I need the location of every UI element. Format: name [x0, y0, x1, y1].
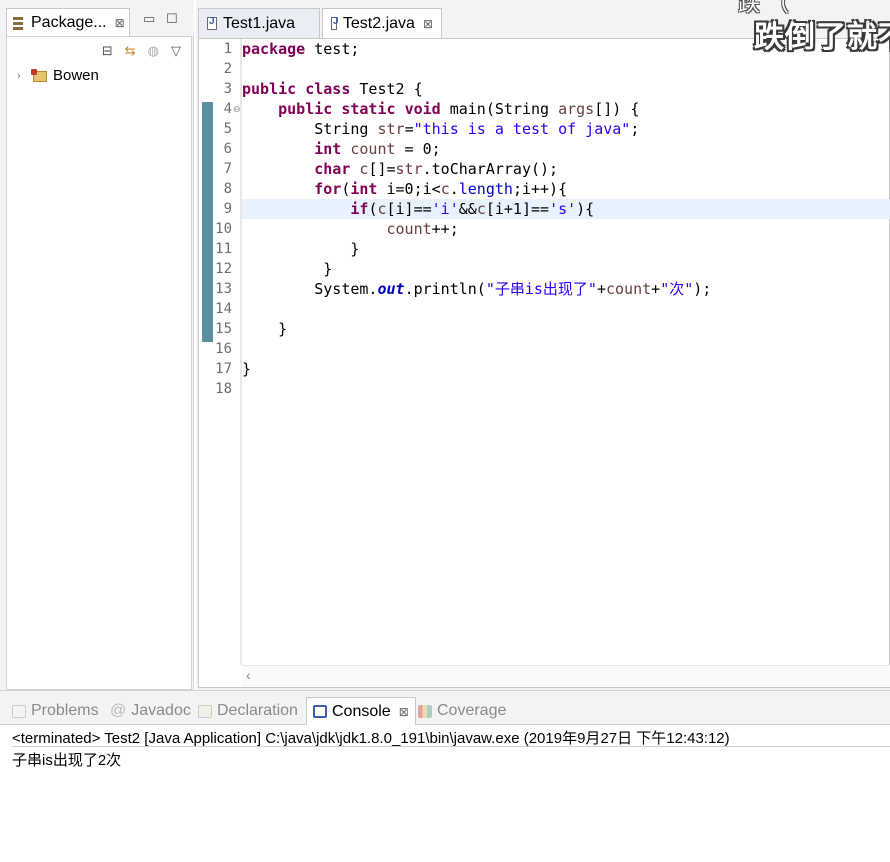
line-number: 18 [215, 381, 232, 397]
line-number: 10 [215, 221, 232, 237]
package-explorer-view: Package... ⊠ ▭ ☐ ⊟ ⇆ ◍ ▽ › Bowen [0, 0, 194, 690]
close-icon[interactable]: ⊠ [115, 16, 125, 30]
package-explorer-icon [13, 16, 25, 30]
declaration-icon [198, 704, 212, 718]
code-line-10: count++; [386, 220, 459, 238]
code-line-8: for(int i=0;i<c.length;i++){ [314, 180, 568, 198]
collapse-all-icon[interactable]: ⊟ [102, 43, 113, 59]
maximize-icon[interactable]: ☐ [166, 11, 178, 27]
code-text[interactable]: package test; public class Test2 { publi… [242, 39, 890, 665]
code-line-5: String str="this is a test of java"; [314, 120, 640, 138]
overlay-caption: 跌倒了就不 [754, 20, 890, 55]
tab-label: Console [332, 702, 391, 720]
tab-package-explorer[interactable]: Package... ⊠ [6, 8, 130, 36]
code-line-6: int count = 0; [314, 140, 441, 158]
code-line-4: public static void main(String args[]) { [278, 100, 640, 118]
line-number: 14 [215, 301, 232, 317]
tab-declaration[interactable]: Declaration [198, 697, 298, 725]
tree-item-label: Bowen [53, 67, 99, 84]
line-number: 11 [215, 241, 232, 257]
link-with-editor-icon[interactable]: ⇆ [125, 43, 136, 59]
line-number: 3 [223, 81, 232, 97]
line-number: 12 [215, 261, 232, 277]
java-file-icon [207, 16, 217, 30]
code-line-7: char c[]=str.toCharArray(); [314, 160, 559, 178]
line-number: 5 [223, 121, 232, 137]
package-explorer-tree: ⊟ ⇆ ◍ ▽ › Bowen [6, 36, 192, 690]
tab-problems[interactable]: Problems [12, 697, 99, 725]
line-number: 15 [215, 321, 232, 337]
javadoc-icon: @ [110, 702, 127, 719]
code-line-11: } [350, 240, 360, 258]
view-menu-icon[interactable]: ▽ [171, 43, 181, 59]
minimize-icon[interactable]: ▭ [143, 11, 155, 27]
tab-test1-java[interactable]: Test1.java [198, 8, 320, 38]
line-number: 8 [223, 181, 232, 197]
code-line-9-current: if(c[i]=='i'&&c[i+1]=='s'){ [242, 199, 890, 219]
close-icon[interactable]: ⊠ [423, 17, 433, 31]
code-line-3: public class Test2 { [242, 80, 423, 98]
tab-label: Javadoc [131, 702, 191, 719]
line-number: 6 [223, 141, 232, 157]
code-editor[interactable]: 1 2 3 4 5 6 7 8 9 10 11 12 13 14 15 16 17 18 ⊖ package tes… [198, 38, 890, 688]
line-number: 1 [223, 41, 232, 57]
tab-test2-java[interactable]: Test2.java ⊠ [322, 8, 442, 38]
line-number: 7 [223, 161, 232, 177]
tab-label: Test1.java [223, 14, 296, 32]
coverage-icon [418, 704, 432, 718]
close-icon[interactable]: ⊠ [399, 705, 409, 719]
code-line-12: } [323, 260, 333, 278]
tab-label: Problems [31, 702, 99, 719]
line-number-gutter: 1 2 3 4 5 6 7 8 9 10 11 12 13 14 15 16 17 18 ⊖ [199, 39, 241, 665]
tab-label: Package... [31, 13, 107, 31]
tab-label: Declaration [217, 702, 298, 719]
line-number: 16 [215, 341, 232, 357]
line-number: 13 [215, 281, 232, 297]
console-status-line: <terminated> Test2 [Java Application] C:… [12, 727, 890, 747]
tab-console[interactable]: Console ⊠ [306, 697, 416, 725]
expand-arrow-icon[interactable]: › [17, 70, 31, 82]
problems-icon [12, 704, 26, 718]
tab-coverage[interactable]: Coverage [418, 697, 506, 725]
package-explorer-tabbar: Package... ⊠ ▭ ☐ [0, 0, 194, 36]
bottom-panel: Problems @ Javadoc Declaration Console ⊠… [0, 690, 890, 862]
code-line-15: } [278, 320, 288, 338]
code-line-13: System.out.println("子串is出现了"+count+"次"); [314, 280, 712, 298]
editor-area: Test1.java Test2.java ⊠ 1234567891011121… [196, 0, 890, 690]
focus-icon[interactable]: ◍ [148, 43, 159, 59]
horizontal-scrollbar[interactable]: ‹ [242, 665, 890, 687]
tab-label: Test2.java [342, 14, 415, 32]
line-number: 4 [223, 101, 232, 117]
tab-javadoc[interactable]: @ Javadoc [110, 697, 191, 725]
line-number: 17 [215, 361, 232, 377]
console-icon [313, 705, 327, 718]
line-number: 9 [223, 201, 232, 217]
code-line-17: } [242, 360, 252, 378]
java-file-icon [331, 16, 338, 30]
tree-item-bowen[interactable]: › Bowen [17, 67, 99, 84]
java-project-icon [31, 68, 47, 83]
fold-collapse-icon[interactable]: ⊖ [233, 104, 241, 115]
tab-label: Coverage [437, 702, 507, 719]
bottom-tabbar: Problems @ Javadoc Declaration Console ⊠… [0, 691, 890, 725]
scroll-left-icon[interactable]: ‹ [246, 667, 251, 683]
package-explorer-toolbar: ⊟ ⇆ ◍ ▽ [102, 43, 181, 59]
console-output[interactable]: 子串is出现了2次 [12, 749, 121, 770]
line-number: 2 [223, 61, 232, 77]
